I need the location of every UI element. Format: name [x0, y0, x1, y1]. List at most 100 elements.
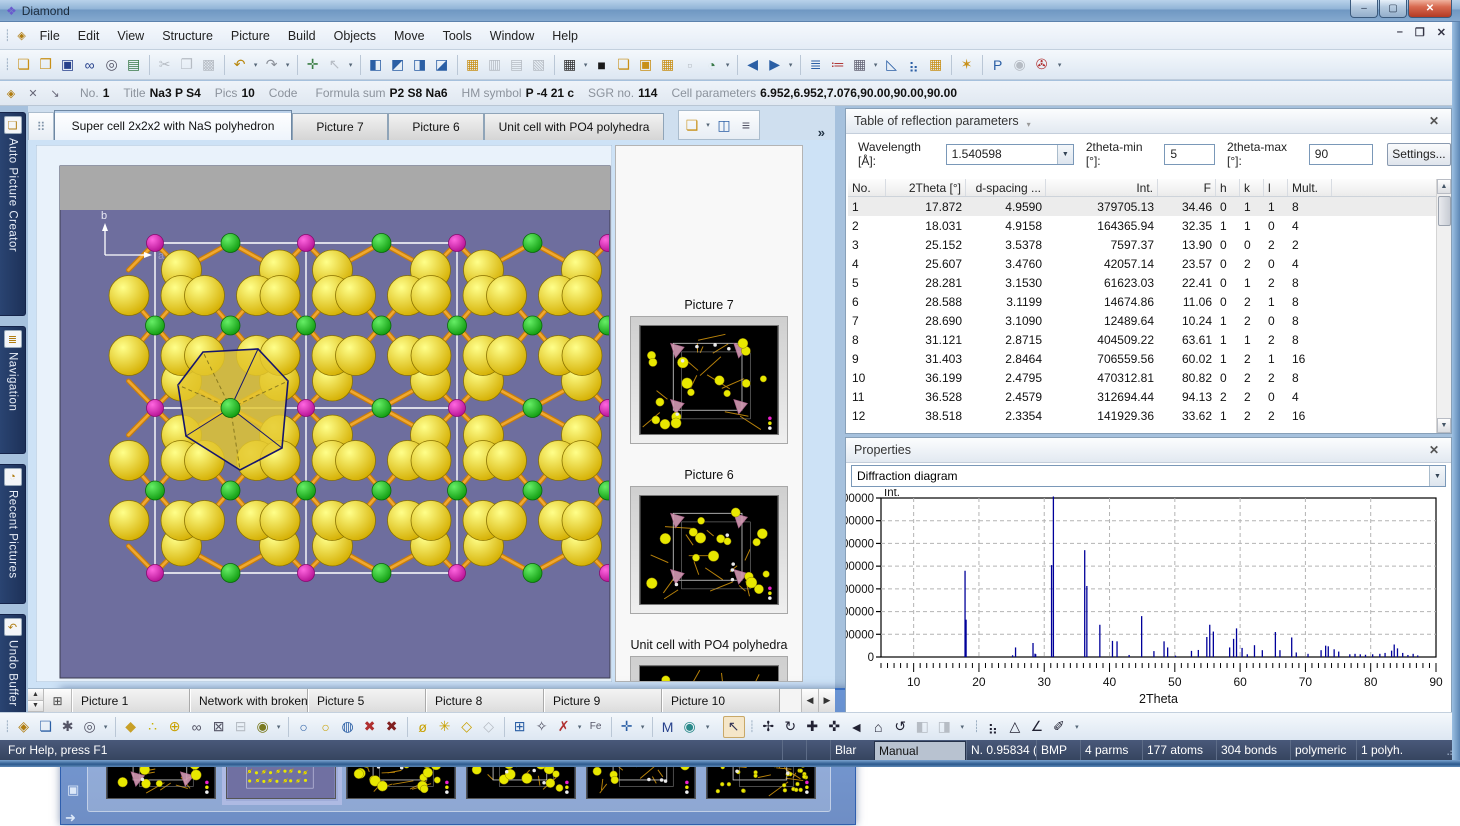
gallery-panel-icon[interactable]: ▣ — [67, 782, 79, 798]
picture-tab-picture-9[interactable]: Picture 9 — [544, 689, 662, 712]
split-view-icon[interactable]: ◪ — [431, 54, 453, 76]
pack-translate-dropdown-icon[interactable]: ▾ — [638, 716, 648, 738]
add-polyhedron-icon[interactable]: ◆ — [120, 716, 142, 738]
new-picture-dropdown-icon[interactable]: ▾ — [703, 114, 713, 136]
undo-pane-icon[interactable]: ◨ — [409, 54, 431, 76]
menu-help[interactable]: Help — [543, 26, 587, 46]
s-atom[interactable] — [147, 235, 164, 252]
picture-history-icon[interactable]: ◔ — [701, 54, 723, 76]
column-header[interactable]: k — [1240, 179, 1264, 196]
pin-icon[interactable]: ➜ — [65, 810, 76, 826]
thumbnail-image[interactable] — [639, 495, 779, 605]
draw-tool-icon[interactable]: ✐ — [1048, 716, 1070, 738]
view-options-icon[interactable]: ◎ — [79, 716, 101, 738]
reflection-table-icon[interactable]: ▦ — [925, 54, 947, 76]
na-atom[interactable] — [185, 501, 225, 541]
pointer-mode-icon[interactable]: ↖ — [723, 716, 745, 738]
picture-tab-picture-5[interactable]: Picture 5 — [308, 689, 426, 712]
dock-tab-recent-pictures[interactable]: ◔Recent Pictures — [0, 464, 26, 604]
tab-picture-7[interactable]: Picture 7 — [292, 113, 388, 140]
column-header[interactable]: h — [1216, 179, 1240, 196]
table-row[interactable]: 1036.1992.4795470312.8180.820228 — [848, 368, 1436, 387]
title-bar[interactable]: ❖ Diamond – ▢ ✕ — [0, 0, 1460, 22]
cell-edges-blue-icon[interactable]: ○ — [293, 716, 315, 738]
table-row[interactable]: 117.8724.9590379705.1334.460118 — [848, 197, 1436, 216]
torsions-sheet-icon[interactable]: ▧ — [528, 54, 550, 76]
table-row[interactable]: 528.2813.153061623.0322.410128 — [848, 273, 1436, 292]
mdi-minimize-icon[interactable]: – — [1397, 26, 1403, 39]
table-view-dropdown-icon[interactable]: ▾ — [871, 54, 881, 76]
zoom-mode-icon[interactable]: ✜ — [823, 716, 845, 738]
rotate-mode-icon[interactable]: ↻ — [779, 716, 801, 738]
next-picture-dropdown-icon[interactable]: ▾ — [786, 54, 796, 76]
navigation-pane-icon[interactable]: ◧ — [365, 54, 387, 76]
packing-rings-icon[interactable]: ◍ — [337, 716, 359, 738]
sidebar-picture-thumb[interactable] — [630, 316, 788, 444]
table-row[interactable]: 728.6903.109012489.6410.241208 — [848, 311, 1436, 330]
cut-icon[interactable]: ✂ — [154, 54, 176, 76]
s-atom[interactable] — [298, 235, 315, 252]
table-row[interactable]: 325.1523.53787597.3713.900022 — [848, 235, 1436, 254]
p-atom[interactable] — [523, 564, 542, 583]
structure-canvas[interactable]: ba — [36, 145, 612, 682]
undo-icon[interactable]: ↶ — [229, 54, 251, 76]
reflection-panel-title-bar[interactable]: Table of reflection parameters ▾ ✕ — [846, 109, 1451, 134]
sidebar-picture-thumb[interactable] — [630, 656, 788, 682]
theta-max-input[interactable]: 90 — [1309, 144, 1373, 165]
na-atom[interactable] — [487, 501, 527, 541]
shift-mode-icon[interactable]: ✚ — [801, 716, 823, 738]
menu-view[interactable]: View — [108, 26, 153, 46]
pan-mode-icon[interactable]: ✛ — [302, 54, 324, 76]
data-sheet-icon[interactable]: ▦ — [462, 54, 484, 76]
top-view-icon[interactable]: ⌂ — [867, 716, 889, 738]
maximize-button[interactable]: ▢ — [1379, 0, 1407, 18]
polygon-yellow-icon[interactable]: ◇ — [456, 716, 478, 738]
picture-tab-picture-10[interactable]: Picture 10 — [662, 689, 780, 712]
table-row[interactable]: 931.4032.8464706559.5660.0212116 — [848, 349, 1436, 368]
distances-sheet-icon[interactable]: ▥ — [484, 54, 506, 76]
menu-objects[interactable]: Objects — [325, 26, 385, 46]
reflection-close-icon[interactable]: ✕ — [1425, 114, 1443, 128]
na-atom[interactable] — [109, 501, 149, 541]
coordination-icon[interactable]: ◉ — [252, 716, 274, 738]
broken-off-icon[interactable]: ⊟ — [230, 716, 252, 738]
column-header[interactable]: F — [1158, 179, 1216, 196]
p-atom[interactable] — [448, 481, 467, 500]
p-atom[interactable] — [297, 316, 316, 335]
s-atom[interactable] — [147, 565, 164, 582]
properties-title-bar[interactable]: Properties ✕ — [846, 438, 1451, 463]
menu-move[interactable]: Move — [385, 26, 434, 46]
video-record-icon[interactable]: ✇ — [1031, 54, 1053, 76]
tracking-2-icon[interactable]: ◨ — [933, 716, 955, 738]
camera-icon[interactable]: ◉ — [1009, 54, 1031, 76]
goto-structure-icon[interactable]: ↘ — [46, 84, 64, 102]
new-file-icon[interactable]: ❏ — [13, 54, 35, 76]
na-atom[interactable] — [411, 501, 451, 541]
tabstrip-grip-icon[interactable]: ⠿ — [28, 112, 54, 140]
menu-edit[interactable]: Edit — [69, 26, 109, 46]
na-atom[interactable] — [562, 276, 602, 316]
auto-creator-toggle-icon[interactable]: ◈ — [2, 84, 20, 102]
picture-creator-icon[interactable]: ◈ — [13, 716, 35, 738]
na-atom[interactable] — [487, 441, 527, 481]
na-atom[interactable] — [109, 441, 149, 481]
table-mode-dropdown-icon[interactable]: ▾ — [581, 54, 591, 76]
creator-pane-icon[interactable]: ◩ — [387, 54, 409, 76]
na-atom[interactable] — [411, 336, 451, 376]
minimize-button[interactable]: – — [1350, 0, 1378, 18]
tab-overflow-icon[interactable]: » — [818, 125, 825, 140]
p-atom[interactable] — [523, 316, 542, 335]
tracking-1-icon[interactable]: ◧ — [911, 716, 933, 738]
save-icon[interactable]: ▣ — [57, 54, 79, 76]
column-header[interactable]: 2Theta [°] — [886, 179, 966, 196]
menu-file[interactable]: File — [31, 26, 69, 46]
thumbnail-image[interactable] — [639, 665, 779, 682]
settings-button[interactable]: Settings... — [1387, 143, 1451, 166]
redo-icon[interactable]: ↷ — [261, 54, 283, 76]
column-header[interactable]: l — [1264, 179, 1288, 196]
menu-build[interactable]: Build — [279, 26, 325, 46]
p-atom[interactable] — [372, 481, 391, 500]
undo-dropdown-icon[interactable]: ▾ — [251, 54, 261, 76]
menu-window[interactable]: Window — [481, 26, 543, 46]
toolbar-overflow-icon[interactable]: ▾ — [701, 716, 715, 738]
